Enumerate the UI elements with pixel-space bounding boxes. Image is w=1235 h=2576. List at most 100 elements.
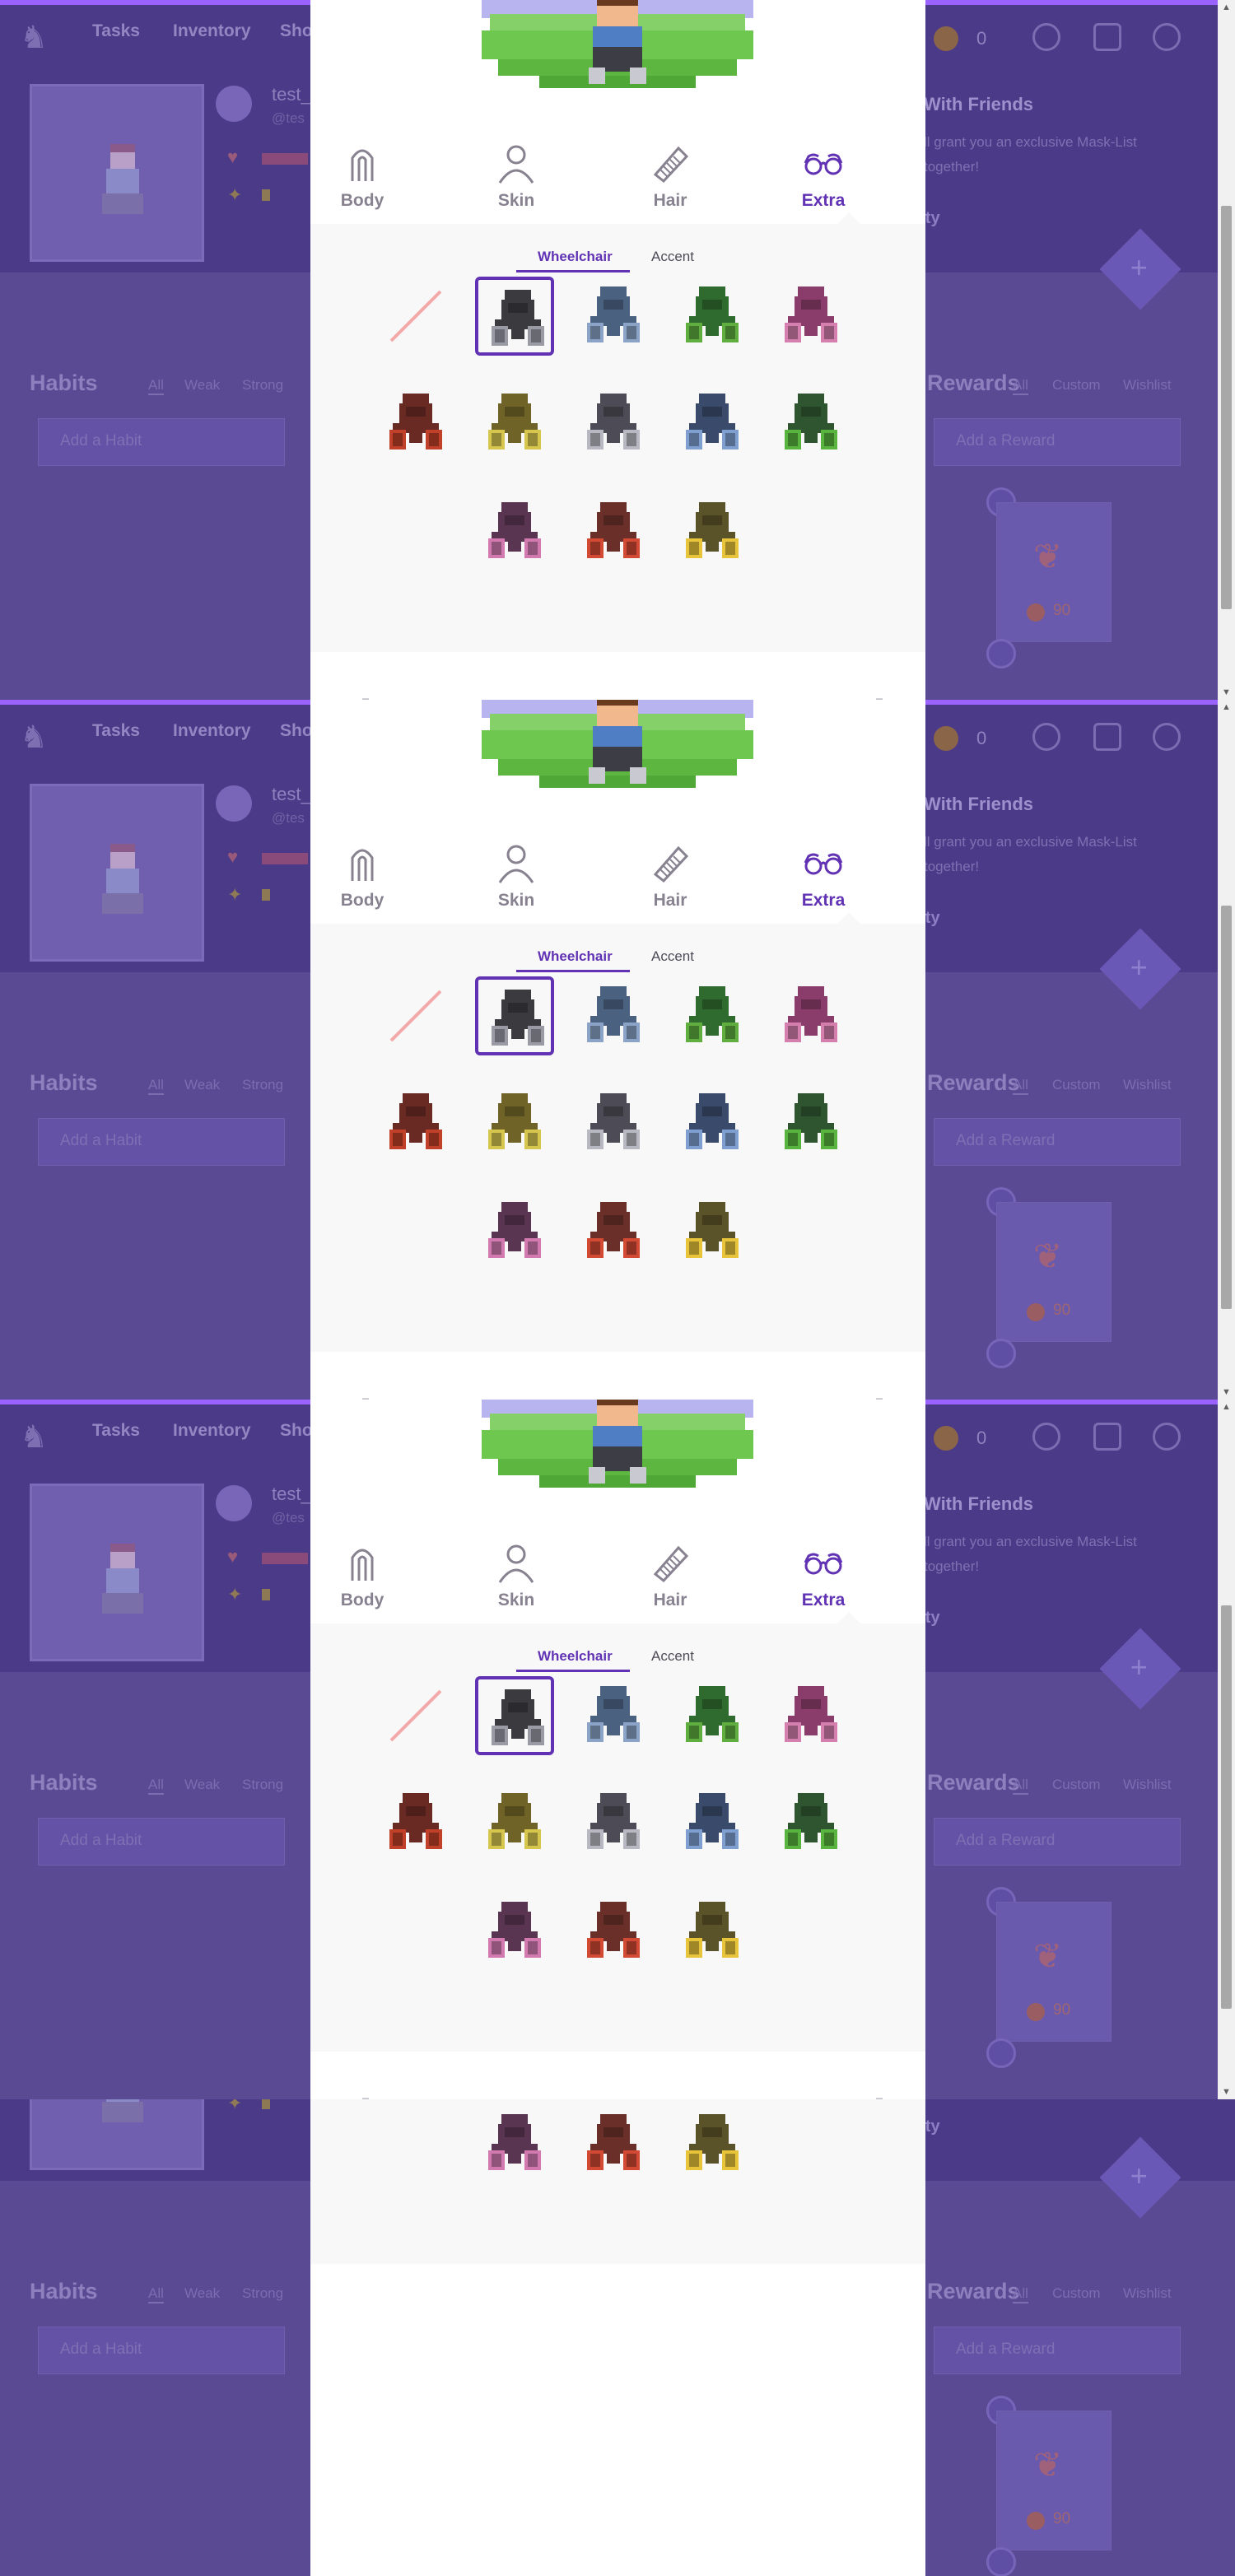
sync-icon[interactable] <box>1032 1423 1060 1451</box>
wheelchair-option[interactable] <box>574 1083 653 1162</box>
wheelchair-option[interactable] <box>574 1783 653 1862</box>
wheelchair-option[interactable] <box>771 1083 851 1162</box>
nav-inventory[interactable]: Inventory <box>173 21 251 41</box>
wheelchair-option[interactable] <box>673 384 752 463</box>
wheelchair-option[interactable] <box>475 1192 554 1271</box>
user-menu-icon[interactable] <box>1153 23 1181 51</box>
nav-shops[interactable]: Sho <box>280 1421 313 1441</box>
category-hair[interactable]: Hair <box>621 1540 720 1610</box>
wheelchair-option[interactable] <box>475 1783 554 1862</box>
wheelchair-option[interactable] <box>673 1783 752 1862</box>
scroll-up-arrow-icon[interactable]: ▲ <box>1221 3 1232 12</box>
category-hair[interactable]: Hair <box>621 140 720 211</box>
scroll-down-arrow-icon[interactable]: ▼ <box>1221 2088 1232 2097</box>
habitica-logo-icon[interactable]: ♞ <box>20 20 56 56</box>
category-body[interactable]: Body <box>313 1540 412 1610</box>
wheelchair-option[interactable] <box>673 1192 752 1271</box>
rewards-filter-all[interactable]: All <box>1013 377 1028 395</box>
wheelchair-option[interactable] <box>475 492 554 571</box>
nav-inventory[interactable]: Inventory <box>173 721 251 741</box>
wheelchair-option[interactable] <box>574 2104 653 2183</box>
wheelchair-option[interactable] <box>475 1892 554 1971</box>
rewards-filter-custom[interactable]: Custom <box>1052 377 1101 394</box>
user-menu-icon[interactable] <box>1153 723 1181 751</box>
wheelchair-option[interactable] <box>673 976 752 1055</box>
wheelchair-option[interactable] <box>771 1676 851 1755</box>
tab-accent[interactable]: Accent <box>651 1648 694 1665</box>
wheelchair-option[interactable] <box>673 2104 752 2183</box>
habits-filter-strong[interactable]: Strong <box>242 1077 283 1093</box>
wheelchair-option[interactable] <box>673 1892 752 1971</box>
rewards-filter-custom[interactable]: Custom <box>1052 1777 1101 1793</box>
avatar[interactable] <box>30 2099 204 2170</box>
category-extra[interactable]: Extra <box>774 1540 873 1610</box>
wheelchair-option-none[interactable] <box>376 1676 455 1755</box>
habits-filter-all[interactable]: All <box>148 2285 164 2303</box>
reward-card[interactable]: ❦ 90 <box>996 1902 1112 2042</box>
messages-icon[interactable] <box>1093 23 1121 51</box>
wheelchair-option[interactable] <box>771 1783 851 1862</box>
wheelchair-option[interactable] <box>574 1892 653 1971</box>
messages-icon[interactable] <box>1093 723 1121 751</box>
wheelchair-option-none[interactable] <box>376 277 455 356</box>
wheelchair-option[interactable] <box>771 277 851 356</box>
pin-icon[interactable] <box>986 1339 1016 1368</box>
habitica-logo-icon[interactable]: ♞ <box>20 720 56 756</box>
wheelchair-option-none[interactable] <box>376 976 455 1055</box>
scroll-thumb[interactable] <box>1221 1605 1232 2009</box>
nav-shops[interactable]: Sho <box>280 21 313 41</box>
wheelchair-option[interactable] <box>475 2104 554 2183</box>
wheelchair-option[interactable] <box>475 976 554 1055</box>
reward-card[interactable]: ❦ 90 <box>996 2411 1112 2550</box>
tab-wheelchair[interactable]: Wheelchair <box>538 1648 613 1665</box>
rewards-filter-custom[interactable]: Custom <box>1052 1077 1101 1093</box>
habits-filter-weak[interactable]: Weak <box>184 377 220 394</box>
wheelchair-option[interactable] <box>574 1192 653 1271</box>
category-skin[interactable]: Skin <box>467 140 566 211</box>
wheelchair-option[interactable] <box>376 384 455 463</box>
scroll-thumb[interactable] <box>1221 906 1232 1309</box>
sync-icon[interactable] <box>1032 723 1060 751</box>
wheelchair-option[interactable] <box>574 1676 653 1755</box>
pin-icon[interactable] <box>986 2038 1016 2068</box>
add-habit-input[interactable]: Add a Habit <box>38 418 285 466</box>
tab-wheelchair[interactable]: Wheelchair <box>538 948 613 965</box>
avatar[interactable] <box>30 1484 204 1661</box>
habits-filter-strong[interactable]: Strong <box>242 1777 283 1793</box>
habits-filter-strong[interactable]: Strong <box>242 377 283 394</box>
category-skin[interactable]: Skin <box>467 840 566 911</box>
rewards-filter-wishlist[interactable]: Wishlist <box>1123 1777 1172 1793</box>
tab-wheelchair[interactable]: Wheelchair <box>538 249 613 265</box>
category-skin[interactable]: Skin <box>467 1540 566 1610</box>
add-reward-input[interactable]: Add a Reward <box>934 1118 1181 1166</box>
habits-filter-all[interactable]: All <box>148 377 164 395</box>
scroll-up-arrow-icon[interactable]: ▲ <box>1221 703 1232 712</box>
rewards-filter-wishlist[interactable]: Wishlist <box>1123 2285 1172 2302</box>
wheelchair-option[interactable] <box>475 1676 554 1755</box>
wheelchair-option[interactable] <box>673 277 752 356</box>
wheelchair-option[interactable] <box>771 384 851 463</box>
pin-icon[interactable] <box>986 2547 1016 2576</box>
category-body[interactable]: Body <box>313 840 412 911</box>
category-extra[interactable]: Extra <box>774 840 873 911</box>
pin-icon[interactable] <box>986 639 1016 668</box>
wheelchair-option[interactable] <box>574 277 653 356</box>
wheelchair-option[interactable] <box>673 1676 752 1755</box>
rewards-filter-custom[interactable]: Custom <box>1052 2285 1101 2302</box>
page-scrollbar[interactable]: ▲ ▼ <box>1218 700 1235 1400</box>
add-habit-input[interactable]: Add a Habit <box>38 1818 285 1866</box>
nav-tasks[interactable]: Tasks <box>92 1421 140 1441</box>
wheelchair-option[interactable] <box>574 492 653 571</box>
add-habit-input[interactable]: Add a Habit <box>38 2327 285 2374</box>
category-extra[interactable]: Extra <box>774 140 873 211</box>
habits-filter-all[interactable]: All <box>148 1077 164 1095</box>
rewards-filter-all[interactable]: All <box>1013 1077 1028 1095</box>
wheelchair-option[interactable] <box>574 976 653 1055</box>
add-reward-input[interactable]: Add a Reward <box>934 2327 1181 2374</box>
add-reward-input[interactable]: Add a Reward <box>934 1818 1181 1866</box>
page-scrollbar[interactable]: ▲ ▼ <box>1218 1400 1235 2099</box>
scroll-down-arrow-icon[interactable]: ▼ <box>1221 1388 1232 1397</box>
rewards-filter-all[interactable]: All <box>1013 2285 1028 2303</box>
add-habit-input[interactable]: Add a Habit <box>38 1118 285 1166</box>
add-reward-input[interactable]: Add a Reward <box>934 418 1181 466</box>
